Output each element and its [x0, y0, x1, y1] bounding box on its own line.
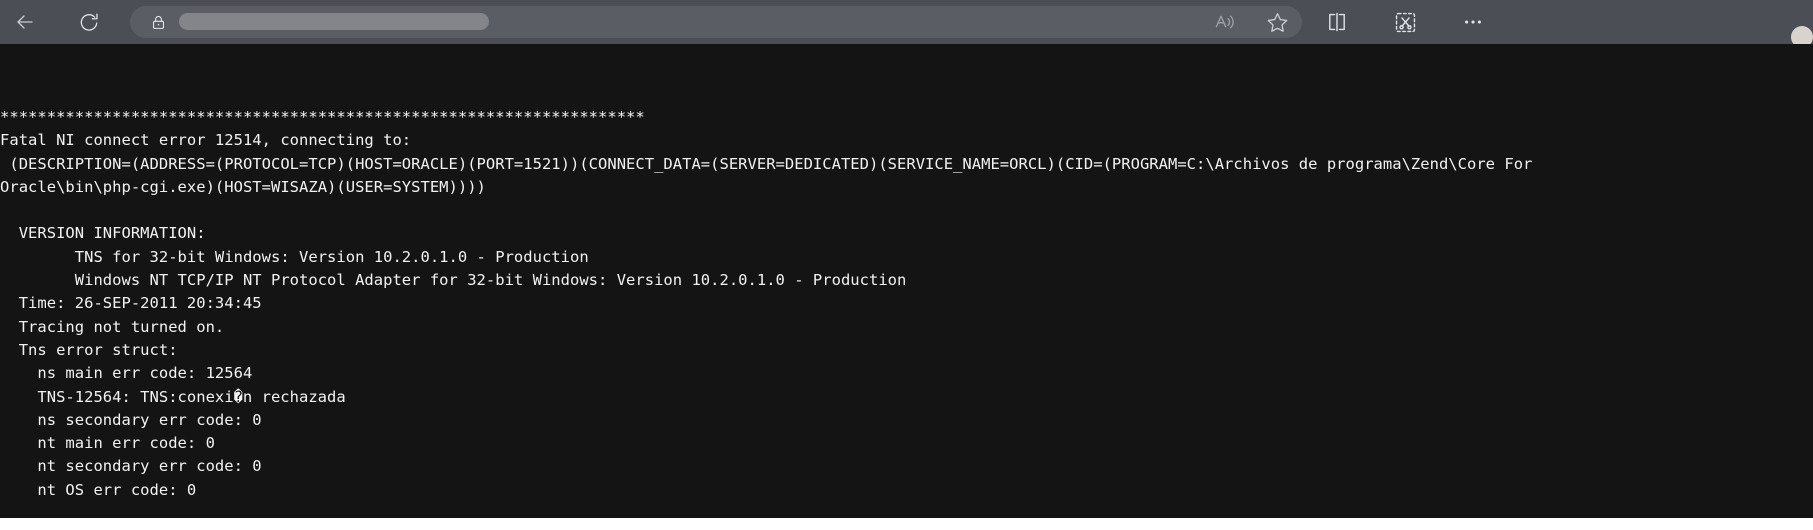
screenshot-button[interactable]	[1386, 3, 1424, 41]
refresh-button[interactable]	[70, 3, 108, 41]
back-arrow-icon	[17, 15, 33, 29]
refresh-icon	[80, 13, 98, 31]
url-redaction-overlay	[179, 13, 489, 30]
ellipsis-icon	[1465, 20, 1481, 24]
log-file-text: ****************************************…	[0, 108, 1533, 499]
read-aloud-icon	[1215, 15, 1234, 29]
split-screen-button[interactable]	[1318, 3, 1356, 41]
toolbar-actions	[1308, 3, 1492, 41]
page-bottom-edge	[0, 518, 1813, 530]
page-content-area: ****************************************…	[0, 44, 1813, 518]
padlock-glyph	[152, 15, 164, 29]
scissors-snip-icon	[1395, 12, 1415, 32]
address-bar[interactable]: .log	[130, 6, 1302, 38]
settings-button[interactable]	[1454, 3, 1492, 41]
replacement-character-glyph: �	[233, 387, 243, 406]
back-button[interactable]	[6, 3, 44, 41]
browser-toolbar: .log	[0, 0, 1813, 48]
split-screen-icon	[1329, 12, 1345, 32]
favorites-button[interactable]	[1258, 3, 1296, 41]
lock-icon[interactable]	[149, 13, 167, 31]
star-icon	[1267, 12, 1287, 32]
read-aloud-button[interactable]	[1206, 3, 1244, 41]
url-field[interactable]: .log	[179, 11, 1202, 33]
